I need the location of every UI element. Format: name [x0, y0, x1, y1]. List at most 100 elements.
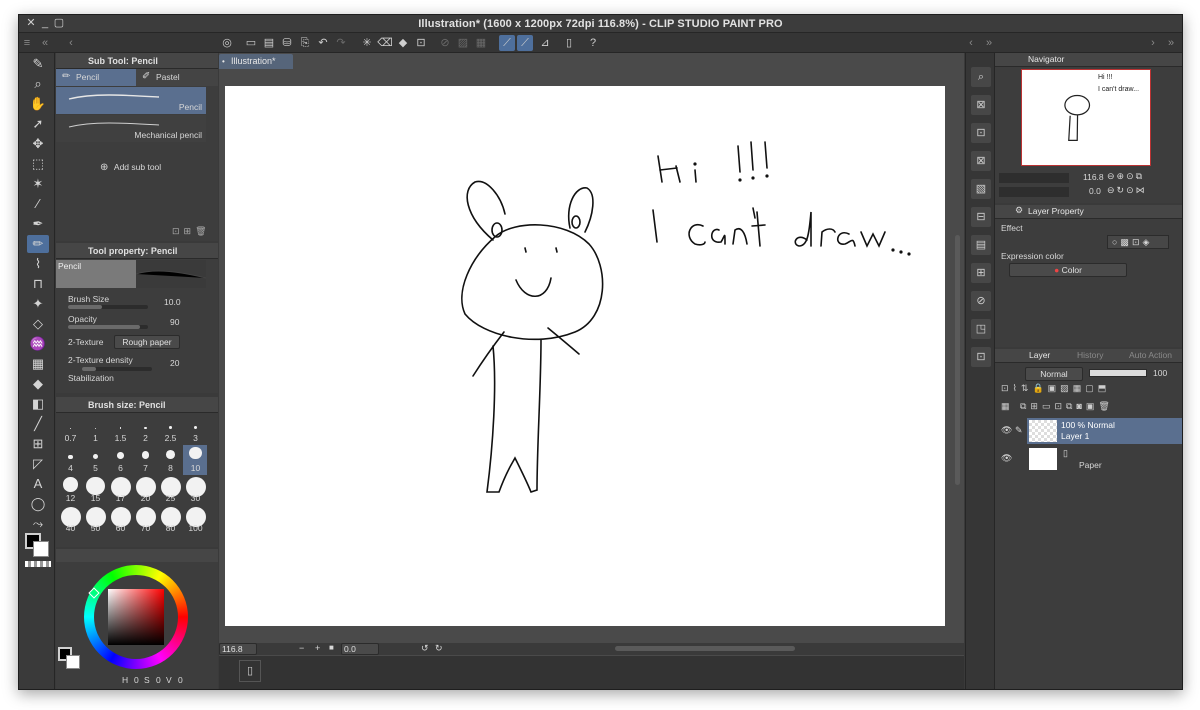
- blend-icon[interactable]: ♒: [27, 335, 49, 353]
- open-file-icon[interactable]: ▤: [261, 35, 277, 51]
- fill-bucket-icon[interactable]: ◆: [27, 375, 49, 393]
- brush-size-preset[interactable]: 10: [183, 445, 207, 475]
- eyedropper-icon[interactable]: ⁄: [27, 195, 49, 213]
- opacity-slider[interactable]: [68, 325, 148, 329]
- operation-icon[interactable]: ➚: [27, 115, 49, 133]
- magic-wand-icon[interactable]: ✶: [27, 175, 49, 193]
- color-tabs[interactable]: [56, 549, 218, 562]
- tab-illustration[interactable]: • Illustration*: [219, 54, 293, 69]
- save-icon[interactable]: ⛁: [279, 35, 295, 51]
- nav-rotate-buttons[interactable]: ⊖↻⊙⋈: [1107, 185, 1147, 196]
- fill-icon[interactable]: ◆: [395, 35, 411, 51]
- loading-icon[interactable]: ✳: [359, 35, 375, 51]
- brush-size-preset[interactable]: 2.5: [158, 415, 182, 445]
- brush-size-preset[interactable]: 3: [183, 415, 207, 445]
- nav-zoom-buttons[interactable]: ⊖⊕⊙⧉: [1107, 171, 1144, 182]
- decoration-icon[interactable]: ✦: [27, 295, 49, 313]
- correct-line-icon[interactable]: ⤳: [27, 515, 49, 533]
- ruler-icon[interactable]: ◸: [27, 455, 49, 473]
- help-icon[interactable]: ?: [585, 35, 601, 51]
- tab-auto-action[interactable]: Auto Action: [1129, 350, 1172, 360]
- item-bank-icon[interactable]: ⊠: [971, 151, 991, 171]
- brush-size-preset[interactable]: 60: [108, 505, 132, 535]
- texture-row[interactable]: 2-Texture Rough paper: [60, 334, 208, 352]
- horizontal-scrollbar[interactable]: [615, 646, 795, 651]
- sub-color-swatch[interactable]: [33, 541, 49, 557]
- chevron-right-icon[interactable]: ›: [1145, 35, 1161, 51]
- export-icon[interactable]: ⎘: [297, 35, 313, 51]
- zoom-out-icon[interactable]: −: [299, 643, 304, 653]
- vertical-scrollbar[interactable]: [955, 235, 960, 485]
- pattern-icon[interactable]: ▦: [27, 355, 49, 373]
- effect-buttons[interactable]: ○▩⊡◈: [1107, 235, 1169, 249]
- chevron-left-icon[interactable]: ‹: [963, 35, 979, 51]
- clear-icon[interactable]: ⌫: [377, 35, 393, 51]
- brush-item-pencil[interactable]: Pencil: [56, 87, 206, 114]
- double-chevron-left-icon[interactable]: «: [37, 35, 53, 51]
- layer-toolbar-row2[interactable]: ▦ ⧉⊞▭⊡⧉◙▣🗑: [1001, 401, 1177, 415]
- airbrush-icon[interactable]: ⊓: [27, 275, 49, 293]
- timeline-toggle-icon[interactable]: ▯: [239, 660, 261, 682]
- clip-studio-icon[interactable]: ◎: [219, 35, 235, 51]
- brush-size-preset[interactable]: 1.5: [108, 415, 132, 445]
- brush-size-preset[interactable]: 15: [83, 475, 107, 505]
- layer-row-paper[interactable]: 👁 ▯ Paper: [1001, 446, 1182, 472]
- zoom-icon[interactable]: ⌕: [27, 75, 49, 93]
- sub-tool-footer-icons[interactable]: ⊡⊞🗑: [172, 226, 211, 237]
- move-icon[interactable]: ✥: [27, 135, 49, 153]
- layer-search-icon[interactable]: ⊡: [971, 123, 991, 143]
- crop-icon[interactable]: ▦: [473, 35, 489, 51]
- brush-size-preset[interactable]: 30: [183, 475, 207, 505]
- opacity-row[interactable]: Opacity 90: [60, 313, 208, 331]
- brush-size-preset[interactable]: 17: [108, 475, 132, 505]
- brush-size-preset[interactable]: 1: [83, 415, 107, 445]
- info-panel-icon[interactable]: ◳: [971, 319, 991, 339]
- tab-navigator[interactable]: Navigator: [1028, 54, 1064, 64]
- transform-icon[interactable]: ⊡: [413, 35, 429, 51]
- zoom-field[interactable]: 116.8: [219, 643, 257, 655]
- brush-size-preset[interactable]: 100: [183, 505, 207, 535]
- tab-layer[interactable]: Layer: [1029, 350, 1050, 360]
- brush-size-preset[interactable]: 7: [133, 445, 157, 475]
- balloon-icon[interactable]: ◯: [27, 495, 49, 513]
- tab-history[interactable]: History: [1077, 350, 1103, 360]
- nav-rotation-slider[interactable]: [999, 187, 1069, 197]
- brush-size-preset[interactable]: 80: [158, 505, 182, 535]
- chevron-left-icon[interactable]: ‹: [63, 35, 79, 51]
- brush-size-slider[interactable]: [68, 305, 148, 309]
- brush-size-preset[interactable]: 20: [133, 475, 157, 505]
- rotate-left-icon[interactable]: ↺: [421, 643, 429, 654]
- add-sub-tool-button[interactable]: ⊕ Add sub tool: [100, 162, 161, 173]
- saturation-value-square[interactable]: [108, 589, 164, 645]
- tab-layer-property[interactable]: Layer Property: [1028, 206, 1084, 216]
- canvas[interactable]: [225, 86, 945, 626]
- brush-icon[interactable]: ⌇: [27, 255, 49, 273]
- color-history-icon[interactable]: ▤: [971, 235, 991, 255]
- animation-icon[interactable]: ⊡: [971, 347, 991, 367]
- texture-density-slider[interactable]: [82, 367, 152, 371]
- brush-size-row[interactable]: Brush Size 10.0: [60, 293, 208, 311]
- pencil-tool-icon[interactable]: ✏: [27, 235, 49, 253]
- selection-icon[interactable]: ⬚: [27, 155, 49, 173]
- layer-row-layer1[interactable]: 👁 ✎ 100 % Normal Layer 1: [1001, 418, 1182, 444]
- undo-icon[interactable]: ↶: [315, 35, 331, 51]
- rotation-field[interactable]: 0.0: [341, 643, 379, 655]
- transparent-color-swatch[interactable]: [25, 561, 51, 567]
- tab-pencil[interactable]: ✏ Pencil: [56, 69, 136, 86]
- brush-size-preset[interactable]: 25: [158, 475, 182, 505]
- brush-size-preset[interactable]: 2: [133, 415, 157, 445]
- nav-zoom-slider[interactable]: [999, 173, 1069, 183]
- material-icon[interactable]: ⊠: [971, 95, 991, 115]
- collapse-left-icon[interactable]: ≡: [19, 35, 35, 51]
- rotate-right-icon[interactable]: ↻: [435, 643, 443, 654]
- frame-icon[interactable]: ⊞: [27, 435, 49, 453]
- eye-icon[interactable]: 👁: [1001, 453, 1012, 464]
- snap-grid-icon[interactable]: ⊿: [537, 35, 553, 51]
- close-tab-icon[interactable]: •: [222, 54, 225, 69]
- approximate-color-icon[interactable]: ⊞: [971, 263, 991, 283]
- sub-color-chip[interactable]: [66, 655, 80, 669]
- double-chevron-right-icon[interactable]: »: [1163, 35, 1179, 51]
- invert-selection-icon[interactable]: ▨: [455, 35, 471, 51]
- brush-item-mechanical-pencil[interactable]: Mechanical pencil: [56, 115, 206, 142]
- brush-size-preset[interactable]: 12: [58, 475, 82, 505]
